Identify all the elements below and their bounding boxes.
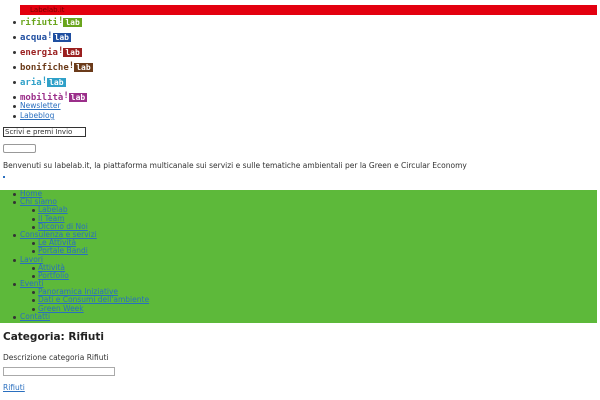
category-description: Descrizione categoria Rifiuti xyxy=(3,353,109,362)
bullet-icon xyxy=(13,105,16,108)
bullet-icon xyxy=(32,299,35,303)
search-input[interactable]: Scrivi e premi Invio xyxy=(3,127,86,137)
aria-lab-logo[interactable]: aria! lab xyxy=(20,76,66,88)
submenu-item-attivita-lavori[interactable]: Attività xyxy=(0,263,149,272)
submenu-item-labelab[interactable]: Labelab xyxy=(0,206,149,214)
rifiuti-lab-logo[interactable]: rifiuti! lab xyxy=(20,16,82,28)
bullet-icon xyxy=(32,266,35,270)
search-submit-button[interactable] xyxy=(3,144,36,153)
energia-lab-logo[interactable]: energia! lab xyxy=(20,46,82,58)
rifiuti-link[interactable]: Rifiuti xyxy=(3,383,25,392)
submenu-link[interactable]: Portale Bandi xyxy=(38,246,88,255)
bullet-icon xyxy=(32,307,35,311)
newsletter-link[interactable]: Newsletter xyxy=(20,101,61,110)
bonifiche-lab-logo[interactable]: bonifiche! lab xyxy=(20,61,93,73)
bullet-icon xyxy=(32,242,35,246)
bullet-icon xyxy=(13,115,16,118)
small-link-dot[interactable] xyxy=(3,176,5,178)
top-bar-label: Labelab.it xyxy=(30,6,65,14)
labeblog-link[interactable]: Labeblog xyxy=(20,111,54,120)
bullet-icon xyxy=(32,209,35,213)
top-red-bar: Labelab.it xyxy=(20,5,597,15)
menu-item-lavori[interactable]: Lavori xyxy=(0,255,149,264)
bullet-icon xyxy=(13,21,16,24)
menu-item-chi-siamo[interactable]: Chi siamo xyxy=(0,198,149,206)
bullet-icon xyxy=(32,274,35,278)
placeholder-box xyxy=(3,367,115,376)
menu-item-contatti[interactable]: Contatti xyxy=(0,312,149,321)
lab-item-rifiuti[interactable]: rifiuti! lab xyxy=(0,15,93,30)
bullet-icon xyxy=(13,81,16,84)
bullet-icon xyxy=(13,66,16,69)
lab-item-bonifiche[interactable]: bonifiche! lab xyxy=(0,60,93,75)
lab-item-acqua[interactable]: acqua! lab xyxy=(0,30,93,45)
acqua-lab-logo[interactable]: acqua! lab xyxy=(20,31,71,43)
menu-link[interactable]: Contatti xyxy=(20,312,50,321)
bullet-icon xyxy=(32,225,35,229)
bullet-icon xyxy=(13,96,16,99)
text-links-list: Newsletter Labeblog xyxy=(0,101,61,121)
bullet-icon xyxy=(13,201,16,205)
category-title: Categoria: Rifiuti xyxy=(3,331,104,343)
bullet-icon xyxy=(13,51,16,54)
bullet-icon xyxy=(13,36,16,39)
lab-links-list: rifiuti! lab acqua! lab energia! lab bonifi… xyxy=(0,15,93,105)
bullet-icon xyxy=(32,250,35,254)
bullet-icon xyxy=(32,217,35,221)
lab-item-energia[interactable]: energia! lab xyxy=(0,45,93,60)
bullet-icon xyxy=(13,258,16,262)
bullet-icon xyxy=(13,283,16,287)
bullet-icon xyxy=(32,291,35,295)
bullet-icon xyxy=(13,315,16,319)
welcome-text: Benvenuti su labelab.it, la piattaforma … xyxy=(3,161,467,170)
bullet-icon xyxy=(13,193,16,196)
lab-item-aria[interactable]: aria! lab xyxy=(0,75,93,90)
bullet-icon xyxy=(13,233,16,237)
main-menu: Home Chi siamo Labelab Il Team Dicono di… xyxy=(0,189,149,321)
